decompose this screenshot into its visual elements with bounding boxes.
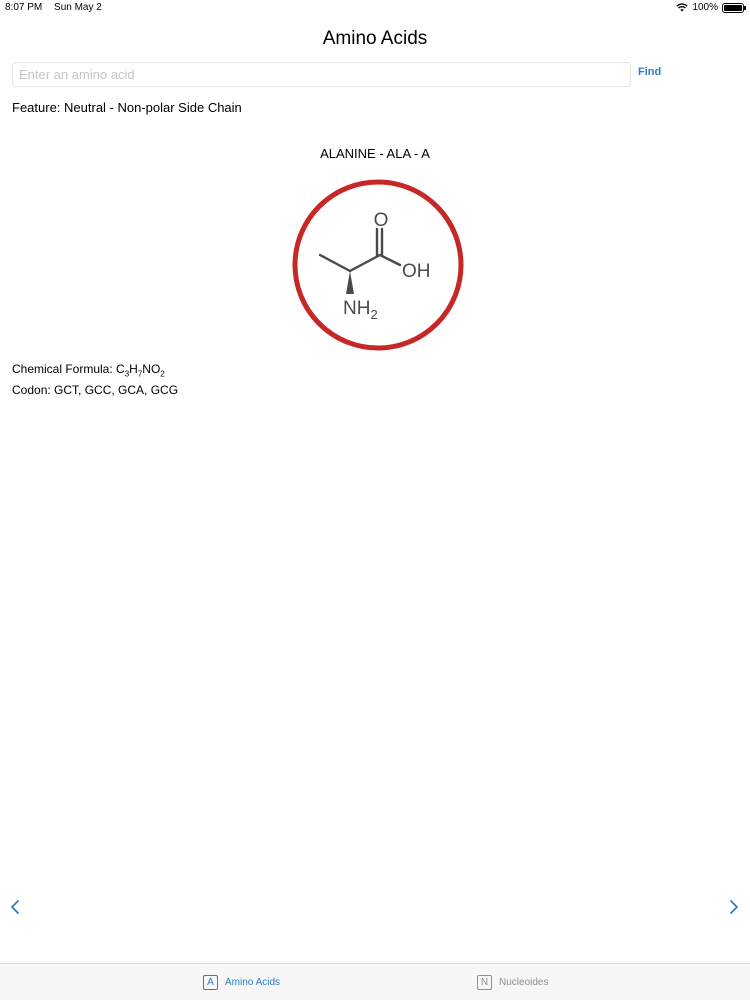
formula-c: C [116,362,125,376]
hydroxyl-label: OH [402,261,431,282]
formula-no: NO [142,362,161,376]
alpha-carbon-bond [348,253,382,273]
tab-nucleoides[interactable]: N Nucleoides [477,975,548,990]
formula-label: Chemical Formula: [12,362,117,376]
amine-label: NH2 [343,298,378,322]
formula-h: H [129,362,138,376]
tab-bar: A Amino Acids N Nucleoides [0,963,750,1000]
status-right: 100% [676,2,746,13]
battery-percent: 100% [692,2,718,13]
chevron-right-icon[interactable] [727,898,741,916]
amine-wedge-bond [346,271,354,294]
amine-label-subscript: 2 [370,307,377,322]
find-button[interactable]: Find [638,66,661,78]
methyl-bond [318,253,352,273]
status-date: Sun May 2 [54,2,102,13]
battery-fill [724,4,742,11]
formula-o-count: 2 [160,369,165,379]
status-bar: 8:07 PM Sun May 2 100% [0,0,750,16]
hydroxyl-bond [378,253,402,267]
status-left: 8:07 PM Sun May 2 [5,2,111,13]
carbonyl-double-bond [375,227,384,257]
chemical-formula: Chemical Formula: C3H7NO2 [12,362,165,378]
feature-text: Feature: Neutral - Non-polar Side Chain [12,100,242,115]
nucleotide-tab-icon: N [477,975,492,990]
carbonyl-oxygen-label: O [374,210,389,231]
battery-icon [722,2,746,13]
tab-amino-acids-label: Amino Acids [225,977,281,988]
chevron-left-icon[interactable] [8,898,22,916]
tab-nucleoides-label: Nucleoides [499,977,549,988]
search-input[interactable] [12,62,631,87]
codon-list: Codon: GCT, GCC, GCA, GCG [12,383,179,397]
amino-acid-tab-icon: A [203,975,218,990]
wifi-icon [676,3,689,12]
tab-amino-acids[interactable]: A Amino Acids [203,975,280,990]
status-time: 8:07 PM [5,2,43,13]
structure-ring [292,179,464,351]
amine-label-main: NH [343,298,370,319]
page-title: Amino Acids [322,28,428,49]
amino-acid-name: ALANINE - ALA - A [320,146,430,161]
structure-diagram: O OH NH2 [292,179,464,351]
